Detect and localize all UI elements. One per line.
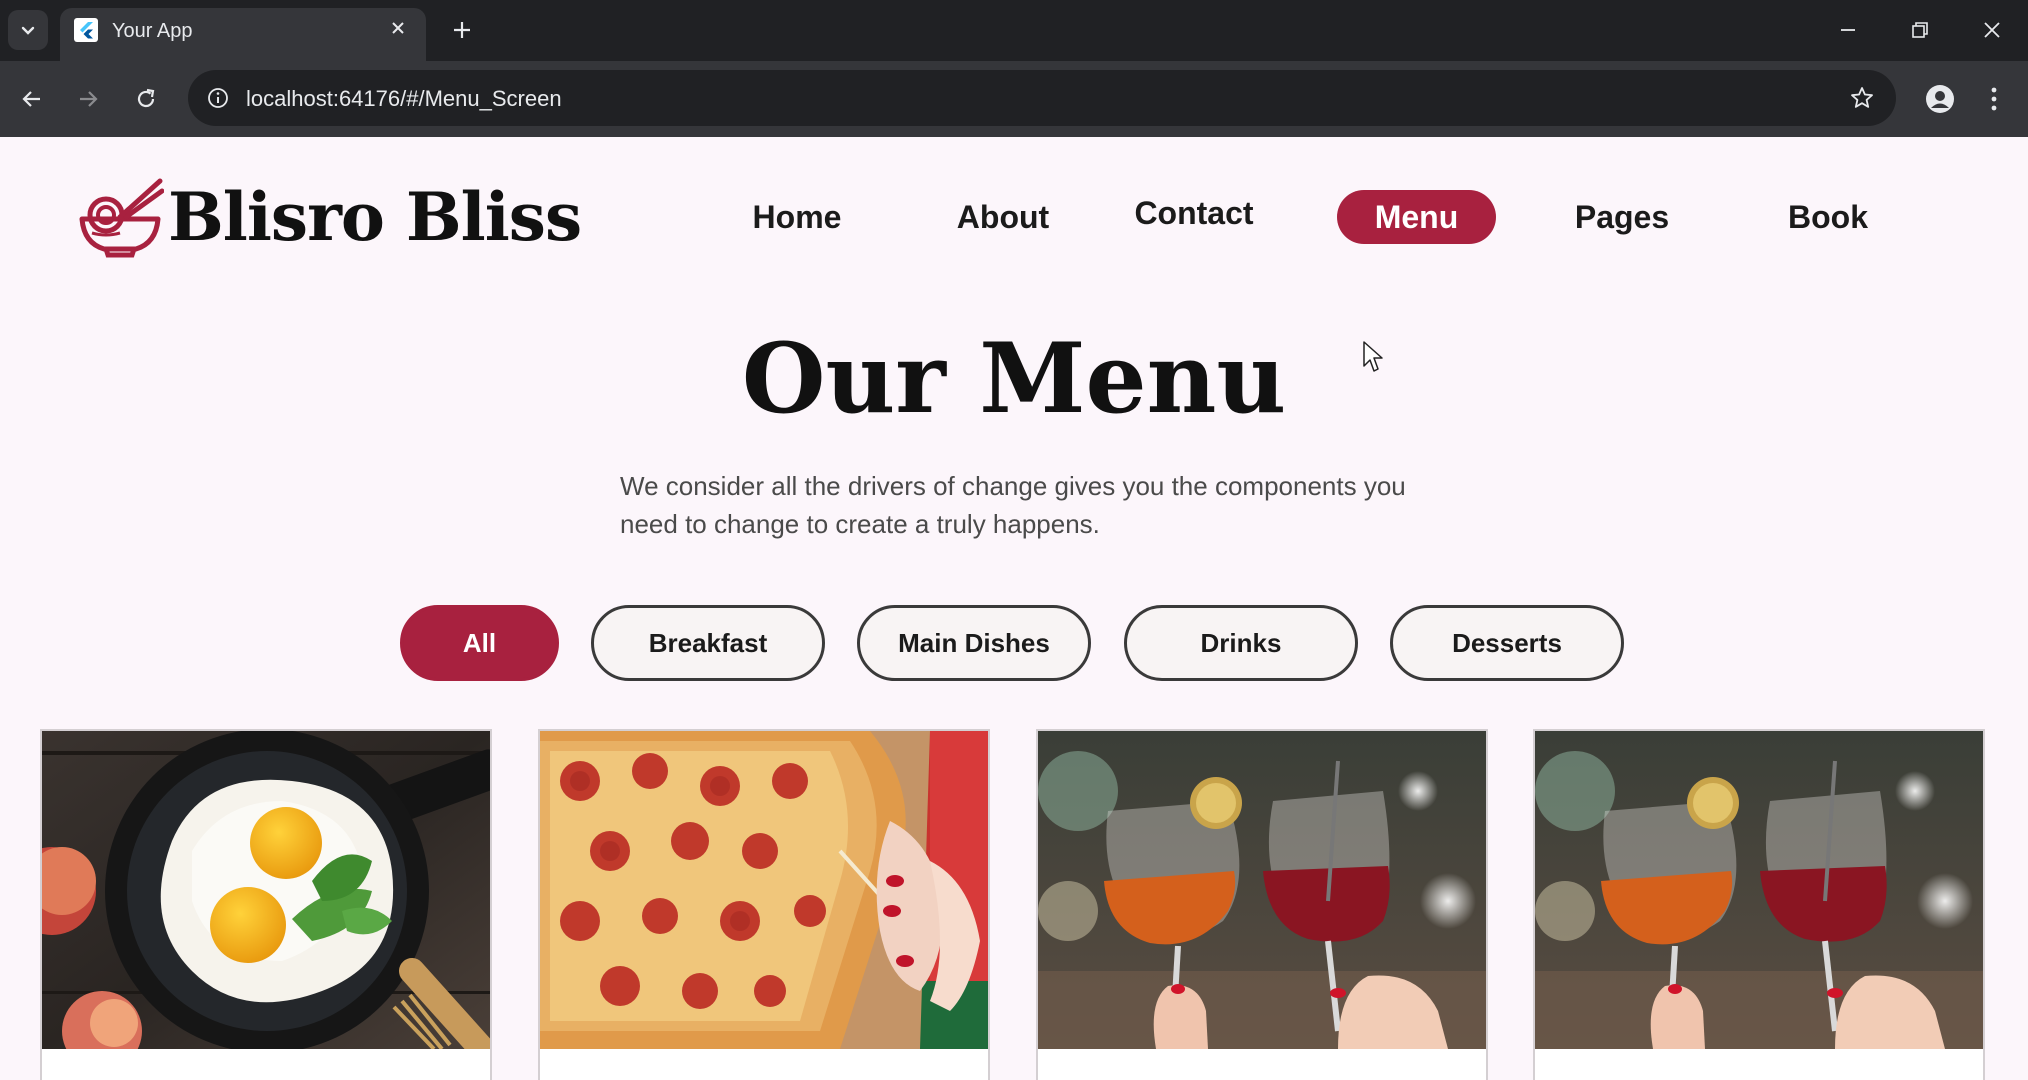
flutter-favicon-icon	[74, 18, 98, 42]
menu-card-pizza[interactable]	[538, 729, 990, 1080]
tab-title: Your App	[112, 20, 193, 42]
minimize-button[interactable]	[1828, 10, 1868, 50]
page-title: Our Menu	[741, 322, 1287, 435]
cocktail-glasses-photo	[1535, 731, 1983, 1049]
new-tab-button[interactable]	[444, 12, 480, 48]
address-bar[interactable]: localhost:64176/#/Menu_Screen	[188, 70, 1896, 126]
browser-menu-button[interactable]	[1974, 77, 2014, 121]
filter-desserts-button[interactable]: Desserts	[1390, 605, 1624, 681]
account-icon	[1926, 85, 1954, 113]
cocktail-glasses-photo	[1038, 731, 1486, 1049]
forward-button[interactable]	[66, 77, 110, 121]
fried-eggs-pan-photo	[42, 731, 490, 1049]
menu-card-breakfast[interactable]	[40, 729, 492, 1080]
arrow-right-icon	[80, 91, 98, 107]
nav-pages[interactable]: Pages	[1564, 190, 1680, 244]
nav-about[interactable]: About	[940, 190, 1066, 244]
close-icon	[1984, 22, 2000, 38]
nav-book[interactable]: Book	[1776, 190, 1880, 244]
minimize-icon	[1841, 29, 1855, 31]
menu-description: We consider all the drivers of change gi…	[620, 471, 1406, 539]
browser-tab-strip: Your App	[0, 0, 2028, 61]
browser-tab[interactable]: Your App	[60, 8, 426, 61]
back-button[interactable]	[10, 77, 54, 121]
filter-main-dishes-button[interactable]: Main Dishes	[857, 605, 1091, 681]
filter-drinks-button[interactable]: Drinks	[1124, 605, 1358, 681]
brand-logo[interactable]: Blisro Bliss	[76, 175, 582, 259]
page-content: Blisro Bliss Home About Contact Menu Pag…	[0, 137, 2028, 1080]
reload-button[interactable]	[124, 77, 168, 121]
close-window-button[interactable]	[1972, 10, 2012, 50]
filter-all-button[interactable]: All	[400, 605, 559, 681]
menu-card-drinks[interactable]	[1036, 729, 1488, 1080]
plus-icon	[454, 22, 470, 38]
noodle-bowl-icon	[79, 178, 164, 258]
tab-search-button[interactable]	[8, 10, 48, 50]
tab-close-button[interactable]	[382, 12, 414, 44]
filter-breakfast-button[interactable]: Breakfast	[591, 605, 825, 681]
more-vert-icon	[1991, 87, 1997, 111]
nav-menu[interactable]: Menu	[1337, 190, 1496, 244]
pepperoni-pizza-photo	[540, 731, 988, 1049]
menu-card-drinks-2[interactable]	[1533, 729, 1985, 1080]
brand-name: Blisro Bliss	[168, 178, 582, 256]
restore-button[interactable]	[1900, 10, 1940, 50]
mouse-pointer-icon	[1363, 341, 1383, 372]
browser-toolbar: localhost:64176/#/Menu_Screen	[0, 61, 2028, 137]
bookmark-star-icon[interactable]	[1844, 80, 1880, 116]
nav-contact[interactable]: Contact	[1124, 186, 1264, 240]
profile-button[interactable]	[1918, 77, 1962, 121]
url-text[interactable]: localhost:64176/#/Menu_Screen	[246, 86, 562, 112]
arrow-left-icon	[22, 91, 40, 107]
restore-icon	[1912, 22, 1928, 38]
site-info-icon[interactable]	[200, 80, 236, 116]
chevron-down-icon	[21, 26, 35, 35]
nav-home[interactable]: Home	[732, 190, 862, 244]
close-icon	[392, 22, 404, 34]
reload-icon	[137, 88, 155, 108]
